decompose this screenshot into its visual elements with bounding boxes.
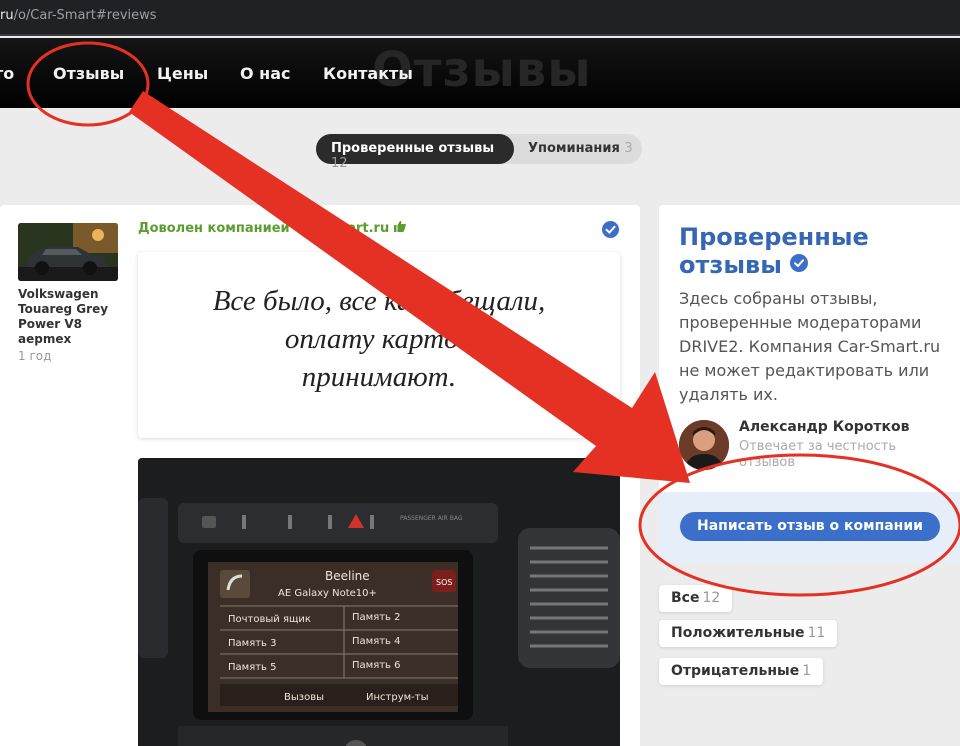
filter-count: 1 — [802, 663, 812, 679]
url-path: /o/Car-Smart#reviews — [13, 8, 157, 23]
photo-menu-right: Память 2 — [352, 612, 400, 623]
browser-address-bar[interactable]: ru/o/Car-Smart#reviews — [0, 0, 960, 36]
moderator-avatar[interactable] — [679, 420, 729, 470]
tab-verified-reviews[interactable]: Проверенные отзывы 12 — [316, 134, 514, 171]
car-name-link[interactable]: Volkswagen Touareg Grey Power V8 — [18, 287, 128, 332]
quote-line: Все было, все как обещали, — [212, 285, 546, 317]
panel-title-line-text: отзывы — [679, 251, 782, 279]
review-quote-box: Все было, все как обещали, оплату картой… — [138, 252, 620, 438]
nav-item-contacts[interactable]: Контакты — [323, 64, 413, 83]
write-review-button[interactable]: Написать отзыв о компании — [680, 512, 940, 541]
tab-verified-count: 12 — [331, 156, 348, 171]
filter-label: Все — [671, 590, 700, 606]
moderator-role: Отвечает за честность отзывов — [739, 439, 897, 470]
nav-item-truncated[interactable]: то — [0, 64, 14, 83]
quote-line: оплату картой — [284, 323, 474, 355]
panel-title-line: Проверенные — [679, 223, 869, 251]
filter-all[interactable]: Все 12 — [659, 585, 733, 612]
photo-menu-right: Память 4 — [352, 636, 400, 647]
tab-mentions[interactable]: Упоминания 3 — [528, 141, 633, 156]
panel-title: Проверенные отзывы — [679, 224, 949, 279]
nav-item-reviews[interactable]: Отзывы — [53, 64, 124, 83]
filter-count: 11 — [807, 625, 826, 641]
review-author-link[interactable]: aepmex — [18, 332, 71, 346]
nav-item-prices[interactable]: Цены — [157, 64, 208, 83]
quote-line: принимают. — [301, 361, 457, 393]
filter-negative[interactable]: Отрицательные 1 — [659, 658, 824, 685]
photo-menu-left: Память 3 — [228, 638, 276, 649]
satisfied-text: Доволен компанией Car-Smart.ru — [138, 221, 390, 236]
moderator-name[interactable]: Александр Коротков — [739, 419, 910, 435]
url-text[interactable]: ru/o/Car-Smart#reviews — [0, 8, 157, 23]
tab-mentions-count: 3 — [624, 141, 633, 156]
photo-menu-left: Почтовый ящик — [228, 614, 311, 625]
filter-label: Положительные — [671, 625, 805, 641]
review-photo[interactable]: PASSENGER AIR BAG Beeline AE Galaxy Note… — [138, 458, 620, 746]
filter-count: 12 — [702, 590, 721, 606]
photo-menu-right: Память 6 — [352, 660, 400, 671]
filter-label: Отрицательные — [671, 663, 800, 679]
airbag-label: PASSENGER AIR BAG — [400, 515, 463, 522]
panel-title-line-2: отзывы — [679, 251, 949, 279]
car-thumbnail[interactable] — [18, 223, 118, 281]
photo-sos: SOS — [436, 578, 452, 587]
filter-positive[interactable]: Положительные 11 — [659, 620, 838, 647]
tab-verified-label: Проверенные отзывы — [331, 141, 495, 156]
url-domain: ru — [0, 8, 14, 23]
tab-mentions-label: Упоминания — [528, 141, 620, 156]
photo-device: AE Galaxy Note10+ — [278, 588, 377, 599]
review-quote: Все было, все как обещали, оплату картой… — [138, 282, 620, 396]
verified-check-icon — [602, 221, 619, 238]
review-time: 1 год — [18, 349, 52, 363]
photo-btn-tools: Инструм-ты — [366, 692, 428, 703]
thumbs-up-icon — [393, 221, 406, 236]
nav-item-about[interactable]: О нас — [240, 64, 291, 83]
review-tabs: Проверенные отзывы 12 Упоминания 3 — [316, 134, 642, 171]
panel-description: Здесь собраны отзывы, проверенные модера… — [679, 289, 941, 404]
photo-menu-left: Память 5 — [228, 662, 276, 673]
verified-check-icon — [790, 251, 809, 278]
photo-operator: Beeline — [325, 569, 370, 583]
photo-btn-calls: Вызовы — [284, 692, 324, 703]
satisfied-label: Доволен компанией Car-Smart.ru — [138, 221, 406, 236]
site-nav: Отзывы то Отзывы Цены О нас Контакты — [0, 38, 960, 108]
